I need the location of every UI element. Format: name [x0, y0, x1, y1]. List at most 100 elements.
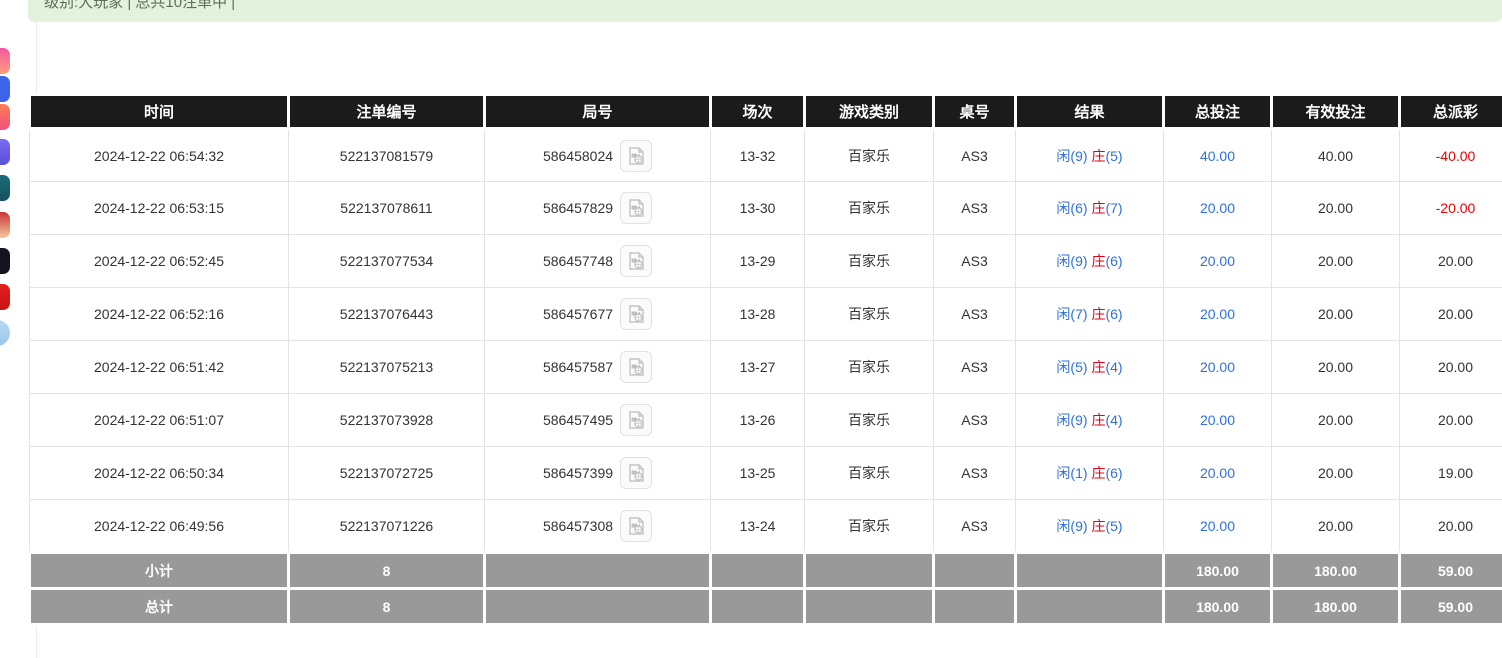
cell-total-bet[interactable]: 20.00	[1164, 235, 1272, 288]
video-replay-button[interactable]	[620, 404, 652, 436]
cell-result: 闲(7) 庄(6)	[1016, 288, 1164, 341]
cell-table-no: AS3	[934, 182, 1016, 235]
cell-table-no: AS3	[934, 235, 1016, 288]
lightblue-app-icon[interactable]	[0, 320, 10, 346]
cell-game-type: 百家乐	[805, 182, 934, 235]
cell-result: 闲(5) 庄(4)	[1016, 341, 1164, 394]
table-row: 2024-12-22 06:53:15 522137078611 5864578…	[30, 182, 1502, 235]
cell-table-no: AS3	[934, 447, 1016, 500]
result-banker-label: 庄	[1091, 148, 1105, 164]
black-app-icon[interactable]	[0, 248, 10, 274]
video-replay-button[interactable]	[620, 140, 652, 172]
table-row: 2024-12-22 06:51:07 522137073928 5864574…	[30, 394, 1502, 447]
cell-total-bet[interactable]: 20.00	[1164, 394, 1272, 447]
cell-round-id: 586457308	[485, 500, 711, 553]
cell-time: 2024-12-22 06:51:42	[30, 341, 289, 394]
result-banker-score: (6)	[1105, 306, 1122, 322]
cell-session: 13-27	[711, 341, 805, 394]
cell-valid-bet: 20.00	[1272, 235, 1400, 288]
cell-bet-id: 522137073928	[289, 394, 485, 447]
table-row: 2024-12-22 06:50:34 522137072725 5864573…	[30, 447, 1502, 500]
result-player: 闲(7)	[1056, 306, 1087, 322]
red-app-icon[interactable]	[0, 284, 10, 310]
video-replay-button[interactable]	[620, 457, 652, 489]
result-player: 闲(9)	[1056, 148, 1087, 164]
video-replay-button[interactable]	[620, 192, 652, 224]
pink-app-icon[interactable]	[0, 48, 10, 74]
cell-total-bet[interactable]: 20.00	[1164, 500, 1272, 553]
cell-result: 闲(9) 庄(5)	[1016, 500, 1164, 553]
cell-game-type: 百家乐	[805, 235, 934, 288]
blue-app-icon[interactable]	[0, 76, 10, 102]
cell-table-no: AS3	[934, 129, 1016, 182]
person-app-icon[interactable]	[0, 212, 10, 238]
cell-session: 13-29	[711, 235, 805, 288]
cell-round-id: 586457495	[485, 394, 711, 447]
cell-total-bet[interactable]: 20.00	[1164, 182, 1272, 235]
round-id-text: 586457308	[543, 518, 613, 534]
cell-session: 13-26	[711, 394, 805, 447]
cell-session: 13-24	[711, 500, 805, 553]
table-row: 2024-12-22 06:52:45 522137077534 5864577…	[30, 235, 1502, 288]
cell-table-no: AS3	[934, 500, 1016, 553]
total-valid-bet: 180.00	[1272, 589, 1400, 625]
round-id-text: 586457677	[543, 306, 613, 322]
cell-valid-bet: 20.00	[1272, 447, 1400, 500]
cell-valid-bet: 20.00	[1272, 288, 1400, 341]
cell-time: 2024-12-22 06:51:07	[30, 394, 289, 447]
cell-bet-id: 522137078611	[289, 182, 485, 235]
cell-time: 2024-12-22 06:54:32	[30, 129, 289, 182]
cell-valid-bet: 20.00	[1272, 500, 1400, 553]
cell-bet-id: 522137081579	[289, 129, 485, 182]
col-header-session: 场次	[711, 95, 805, 129]
cell-game-type: 百家乐	[805, 129, 934, 182]
purple-app-icon[interactable]	[0, 139, 10, 165]
cell-time: 2024-12-22 06:49:56	[30, 500, 289, 553]
cell-table-no: AS3	[934, 341, 1016, 394]
total-count: 8	[289, 589, 485, 625]
result-banker-score: (6)	[1105, 465, 1122, 481]
col-header-result: 结果	[1016, 95, 1164, 129]
col-header-round-id: 局号	[485, 95, 711, 129]
video-replay-button[interactable]	[620, 510, 652, 542]
video-replay-icon	[626, 251, 646, 271]
result-banker-score: (4)	[1105, 359, 1122, 375]
bet-records-table: 时间 注单编号 局号 场次 游戏类别 桌号 结果 总投注 有效投注 总派彩 20…	[28, 93, 1502, 626]
result-banker-label: 庄	[1091, 306, 1105, 322]
cell-bet-id: 522137072725	[289, 447, 485, 500]
cell-bet-id: 522137077534	[289, 235, 485, 288]
cell-game-type: 百家乐	[805, 447, 934, 500]
cell-total-bet[interactable]: 40.00	[1164, 129, 1272, 182]
cell-time: 2024-12-22 06:50:34	[30, 447, 289, 500]
video-replay-icon	[626, 516, 646, 536]
cell-total-bet[interactable]: 20.00	[1164, 341, 1272, 394]
result-player: 闲(9)	[1056, 518, 1087, 534]
video-replay-icon	[626, 146, 646, 166]
col-header-bet-id: 注单编号	[289, 95, 485, 129]
result-player: 闲(9)	[1056, 253, 1087, 269]
cell-total-bet[interactable]: 20.00	[1164, 288, 1272, 341]
cell-round-id: 586457399	[485, 447, 711, 500]
cell-total-bet[interactable]: 20.00	[1164, 447, 1272, 500]
cell-bet-id: 522137075213	[289, 341, 485, 394]
cell-round-id: 586457677	[485, 288, 711, 341]
video-replay-button[interactable]	[620, 245, 652, 277]
orange-app-icon[interactable]	[0, 104, 10, 130]
col-header-game-type: 游戏类别	[805, 95, 934, 129]
video-replay-button[interactable]	[620, 298, 652, 330]
cell-game-type: 百家乐	[805, 500, 934, 553]
subtotal-payout: 59.00	[1400, 553, 1502, 589]
col-header-valid-bet: 有效投注	[1272, 95, 1400, 129]
cell-session: 13-32	[711, 129, 805, 182]
subtotal-row: 小计 8 180.00 180.00 59.00	[30, 553, 1502, 589]
result-banker-label: 庄	[1091, 412, 1105, 428]
video-replay-icon	[626, 463, 646, 483]
cell-payout: -40.00	[1400, 129, 1502, 182]
subtotal-valid-bet: 180.00	[1272, 553, 1400, 589]
col-header-time: 时间	[30, 95, 289, 129]
cell-session: 13-30	[711, 182, 805, 235]
cell-valid-bet: 20.00	[1272, 394, 1400, 447]
teal-app-icon[interactable]	[0, 175, 10, 201]
cell-session: 13-25	[711, 447, 805, 500]
video-replay-button[interactable]	[620, 351, 652, 383]
